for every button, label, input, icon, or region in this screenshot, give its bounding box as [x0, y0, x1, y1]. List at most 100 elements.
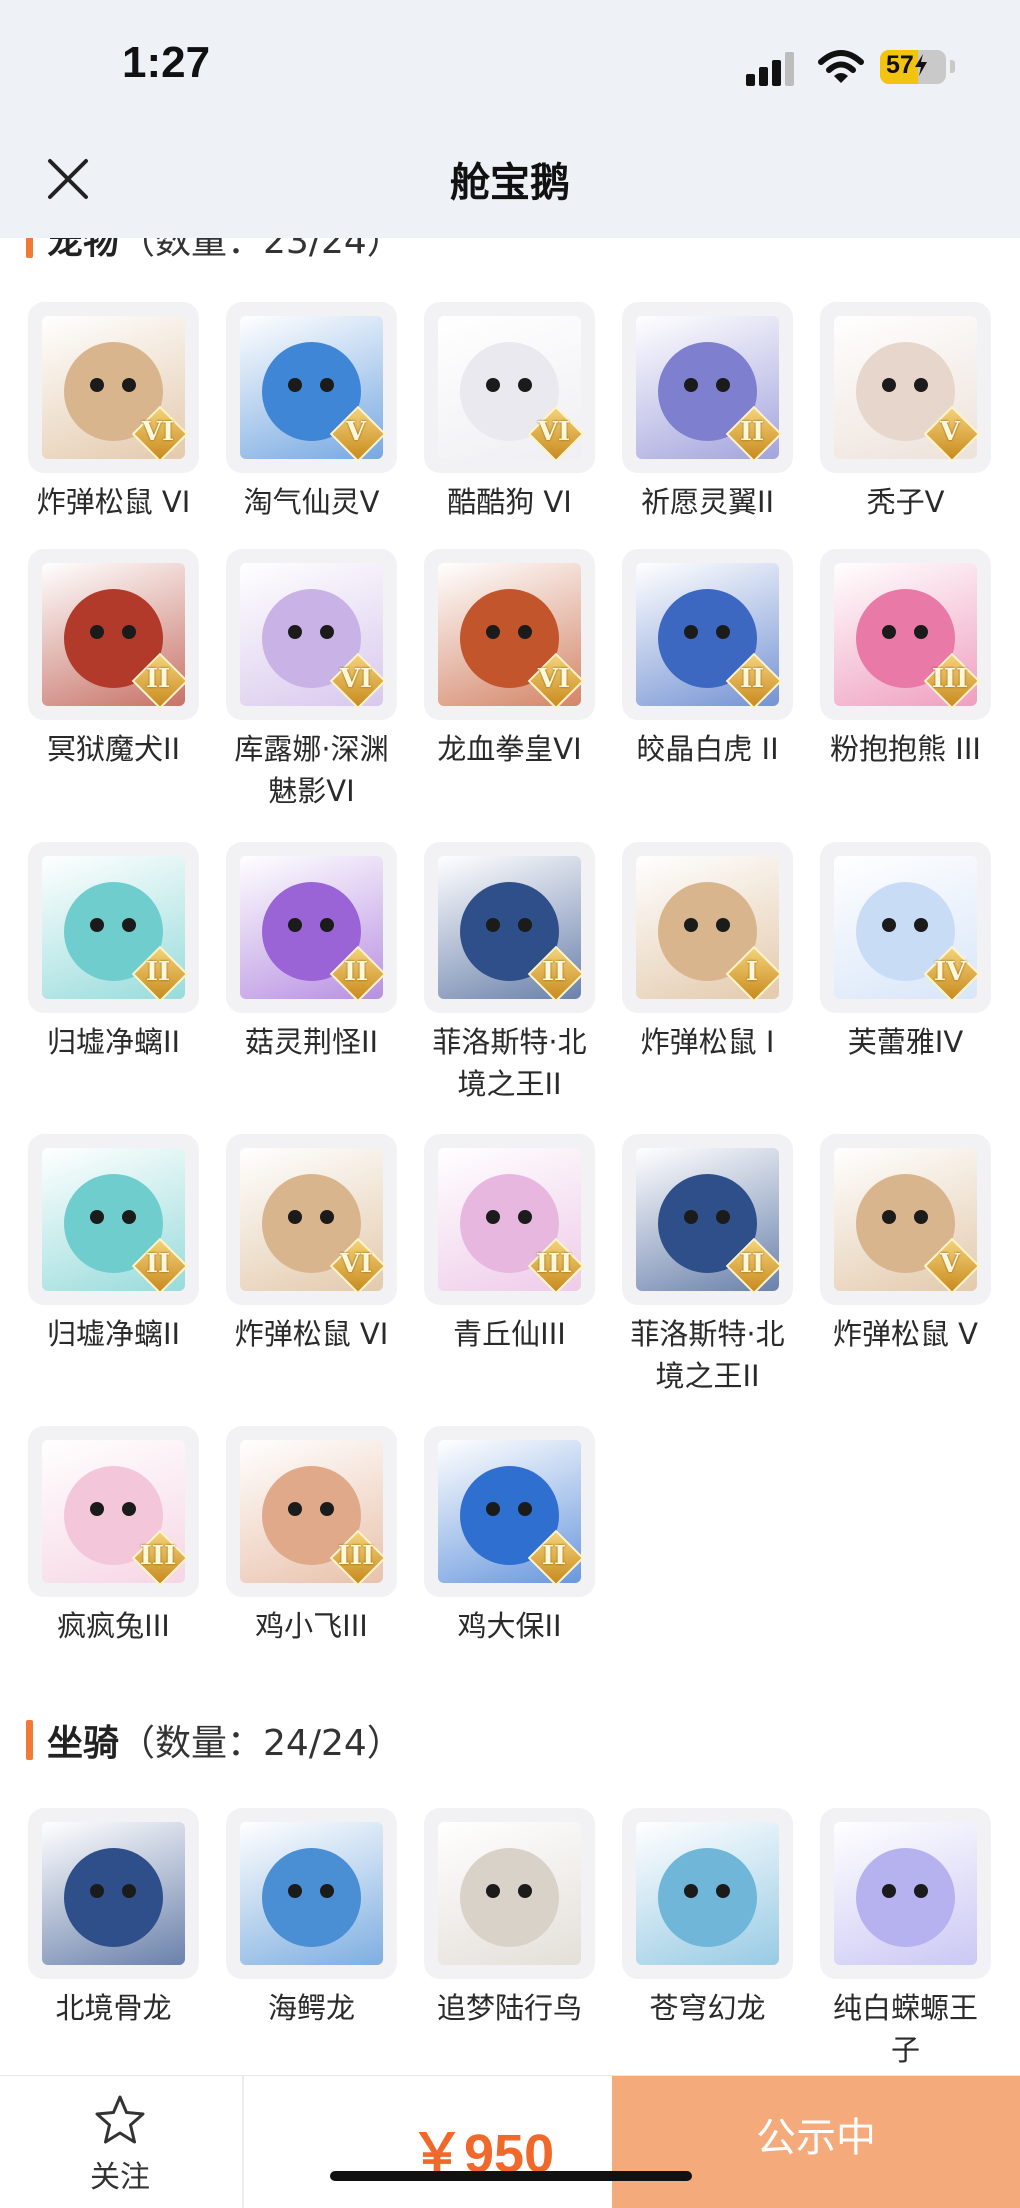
- item-name: 海鳄龙: [267, 1991, 355, 2025]
- rank-badge: V: [923, 405, 981, 463]
- rank-text: III: [337, 1541, 375, 1571]
- rank-badge: III: [329, 1529, 387, 1587]
- item-name: 冥狱魔犬II: [46, 732, 181, 766]
- item-card[interactable]: II 皎晶白虎 II: [621, 549, 794, 770]
- item-card[interactable]: II 祈愿灵翼II: [621, 302, 794, 523]
- item-thumbnail: III: [226, 1426, 397, 1597]
- item-card[interactable]: 海鳄龙: [225, 1808, 398, 2029]
- item-card[interactable]: 追梦陆行鸟: [423, 1808, 596, 2029]
- status-time: 1:27: [122, 38, 211, 87]
- item-card[interactable]: VI 酷酷狗 VI: [423, 302, 596, 523]
- item-name: 炸弹松鼠 I: [640, 1025, 775, 1059]
- item-thumbnail: [226, 1808, 397, 1979]
- item-name: 酷酷狗 VI: [447, 485, 572, 519]
- rank-badge: V: [923, 1237, 981, 1295]
- rank-text: III: [535, 1249, 573, 1279]
- item-card[interactable]: III 青丘仙III: [423, 1134, 596, 1355]
- item-card[interactable]: II 菇灵荆怪II: [225, 842, 398, 1063]
- rank-badge: VI: [329, 1237, 387, 1295]
- item-card[interactable]: VI 龙血拳皇VI: [423, 549, 596, 770]
- item-thumbnail: III: [820, 549, 991, 720]
- item-thumbnail: I: [622, 842, 793, 1013]
- item-name: 苍穹幻龙: [649, 1991, 766, 2025]
- rank-text: II: [145, 664, 171, 694]
- item-name: 疯疯兔III: [57, 1609, 170, 1643]
- item-thumbnail: VI: [424, 549, 595, 720]
- item-card[interactable]: 苍穹幻龙: [621, 1808, 794, 2029]
- item-thumbnail: II: [622, 549, 793, 720]
- item-name: 鸡小飞III: [255, 1609, 368, 1643]
- item-name: 鸡大保II: [457, 1609, 562, 1643]
- rank-text: II: [739, 664, 765, 694]
- item-card[interactable]: II 菲洛斯特·北境之王II: [621, 1134, 794, 1397]
- pets-section-title: 宠物: [47, 238, 120, 262]
- item-card[interactable]: 北境骨龙: [27, 1808, 200, 2029]
- star-icon: [95, 2095, 145, 2144]
- rank-badge: II: [329, 945, 387, 1003]
- item-name: 炸弹松鼠 V: [832, 1317, 979, 1351]
- item-thumbnail: II: [28, 549, 199, 720]
- rank-badge: V: [329, 405, 387, 463]
- item-name: 追梦陆行鸟: [436, 1991, 582, 2025]
- item-name: 龙血拳皇VI: [437, 732, 582, 766]
- item-card[interactable]: VI 炸弹松鼠 VI: [27, 302, 200, 523]
- item-card[interactable]: 纯白蝾螈王子: [819, 1808, 992, 2071]
- signal-icon: [746, 52, 798, 86]
- rank-text: III: [139, 1541, 177, 1571]
- item-card[interactable]: III 疯疯兔III: [27, 1426, 200, 1647]
- item-thumbnail: II: [622, 1134, 793, 1305]
- item-thumbnail: [424, 1808, 595, 1979]
- item-card[interactable]: V 炸弹松鼠 V: [819, 1134, 992, 1355]
- rank-badge: II: [725, 652, 783, 710]
- item-thumbnail: II: [226, 842, 397, 1013]
- content-scroll[interactable]: 宠物（数量：23/24） VI 炸弹松鼠 VI V 淘气仙灵V VI 酷酷狗 VI II 祈愿…: [0, 238, 1020, 2075]
- item-name: 炸弹松鼠 VI: [234, 1317, 389, 1351]
- section-accent-bar: [26, 238, 33, 258]
- item-thumbnail: VI: [28, 302, 199, 473]
- item-name: 北境骨龙: [55, 1991, 172, 2025]
- item-card[interactable]: II 鸡大保II: [423, 1426, 596, 1647]
- wifi-icon: [818, 50, 864, 90]
- item-card[interactable]: II 菲洛斯特·北境之王II: [423, 842, 596, 1105]
- item-card[interactable]: VI 库露娜·深渊魅影VI: [225, 549, 398, 812]
- item-name: 归墟净螭II: [46, 1025, 181, 1059]
- rank-badge: II: [725, 405, 783, 463]
- item-name: 归墟净螭II: [46, 1317, 181, 1351]
- rank-badge: II: [527, 1529, 585, 1587]
- rank-text: VI: [339, 1249, 373, 1279]
- item-art: [438, 1822, 581, 1965]
- item-thumbnail: VI: [226, 1134, 397, 1305]
- item-card[interactable]: V 淘气仙灵V: [225, 302, 398, 523]
- item-card[interactable]: IV 芙蕾雅IV: [819, 842, 992, 1063]
- item-art: [636, 1822, 779, 1965]
- publicity-status-button[interactable]: 公示中: [612, 2076, 1020, 2208]
- item-thumbnail: V: [820, 302, 991, 473]
- rank-badge: VI: [527, 652, 585, 710]
- item-thumbnail: II: [424, 1426, 595, 1597]
- rank-text: II: [343, 957, 369, 987]
- item-card[interactable]: II 归墟净螭II: [27, 1134, 200, 1355]
- rank-text: V: [345, 417, 367, 447]
- mounts-section-count: （数量：24/24）: [119, 1723, 403, 1764]
- divider: [242, 2076, 244, 2208]
- item-card[interactable]: II 归墟净螭II: [27, 842, 200, 1063]
- mounts-section-header: 坐骑（数量：24/24）: [26, 1714, 403, 1766]
- top-bar: 1:27 57 舱宝鹅: [0, 0, 1020, 238]
- rank-text: V: [939, 417, 961, 447]
- item-name: 菲洛斯特·北境之王II: [630, 1317, 785, 1393]
- home-indicator: [330, 2171, 692, 2181]
- item-card[interactable]: II 冥狱魔犬II: [27, 549, 200, 770]
- item-name: 芙蕾雅IV: [847, 1025, 964, 1059]
- follow-button[interactable]: 关注: [60, 2094, 180, 2196]
- item-thumbnail: III: [424, 1134, 595, 1305]
- rank-text: I: [745, 957, 759, 987]
- rank-text: II: [739, 1249, 765, 1279]
- item-card[interactable]: III 鸡小飞III: [225, 1426, 398, 1647]
- item-art: [240, 1822, 383, 1965]
- item-card[interactable]: I 炸弹松鼠 I: [621, 842, 794, 1063]
- item-card[interactable]: V 秃子V: [819, 302, 992, 523]
- item-card[interactable]: VI 炸弹松鼠 VI: [225, 1134, 398, 1355]
- rank-badge: VI: [527, 405, 585, 463]
- rank-badge: II: [131, 652, 189, 710]
- item-card[interactable]: III 粉抱抱熊 III: [819, 549, 992, 770]
